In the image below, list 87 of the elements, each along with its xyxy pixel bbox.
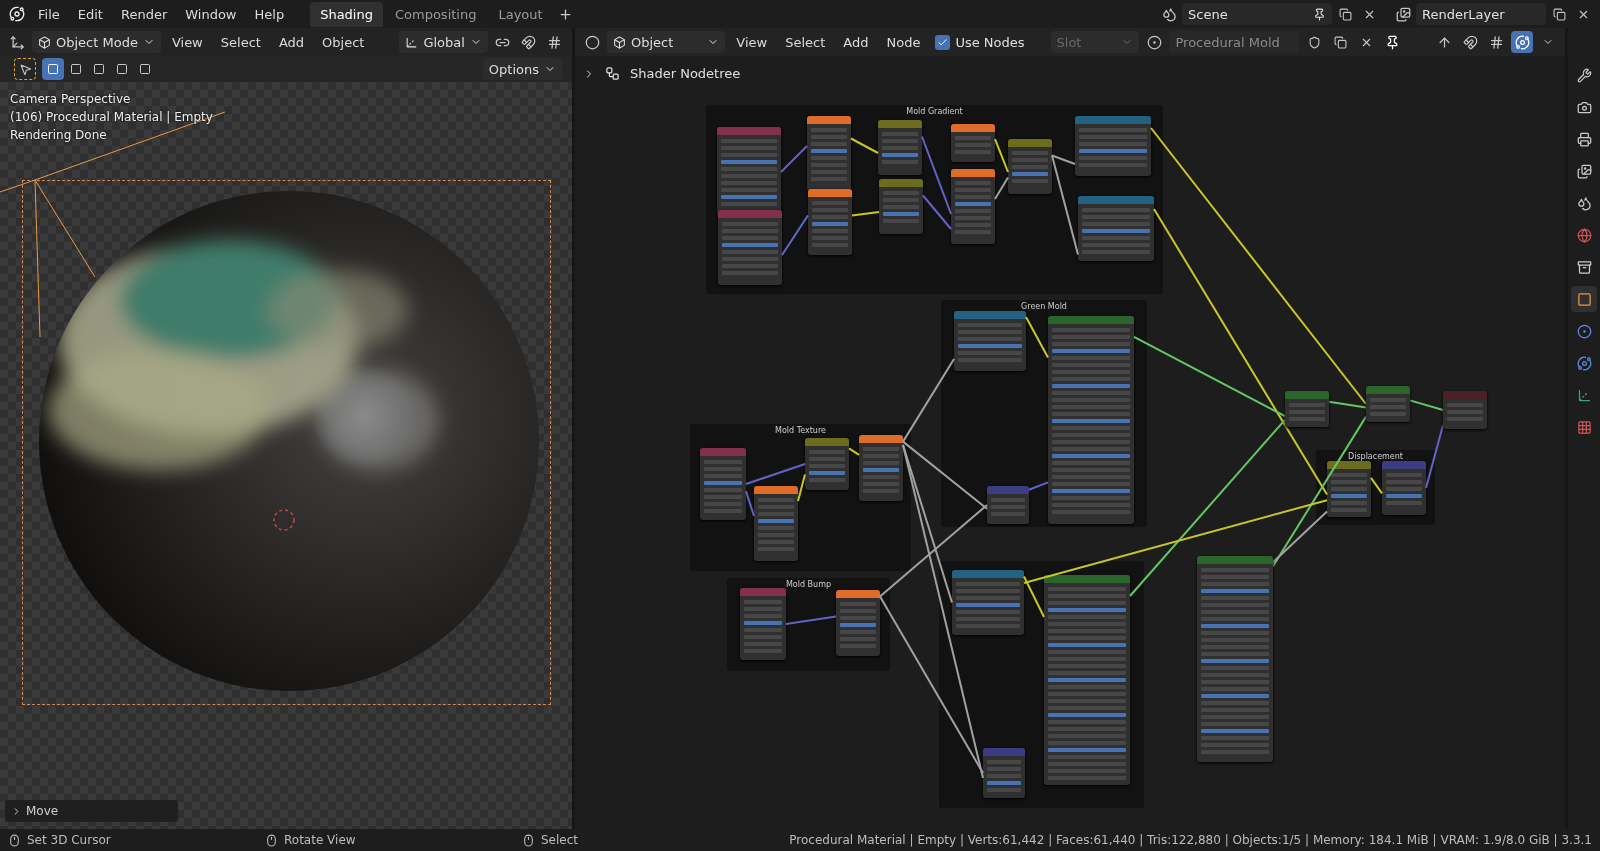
node-frame[interactable]: Green Mold [941, 300, 1147, 527]
shader-node[interactable] [1327, 461, 1371, 517]
frame-title: Displacement [1348, 452, 1403, 462]
square-icon[interactable] [1571, 286, 1597, 312]
use-nodes-checkbox[interactable]: Use Nodes [931, 34, 1029, 50]
shader-node[interactable] [987, 486, 1029, 524]
options-dropdown[interactable]: Options [482, 58, 562, 80]
shader-node[interactable] [1048, 316, 1134, 524]
mode-dropdown[interactable]: Object Mode [32, 31, 161, 53]
node-frame[interactable] [939, 561, 1144, 808]
menu-item[interactable]: Render [112, 2, 176, 26]
shader-node[interactable] [859, 435, 903, 501]
menu-item[interactable]: Add [836, 31, 876, 53]
workspace-tab[interactable]: Shading [310, 1, 383, 27]
mouse-icon [8, 833, 21, 847]
menu-item[interactable]: Select [213, 31, 268, 53]
frame-title: Mold Gradient [906, 107, 963, 117]
shader-node[interactable] [879, 179, 923, 234]
node-frame[interactable]: Displacement [1316, 450, 1435, 525]
cube-icon [38, 35, 51, 49]
menu-item[interactable]: Help [246, 2, 293, 26]
check-icon [937, 36, 949, 48]
shader-node[interactable] [1382, 461, 1426, 515]
menu-item[interactable]: Select [778, 31, 833, 53]
menu-item[interactable]: View [164, 31, 210, 53]
node-frame[interactable]: Mold Gradient [706, 105, 1163, 294]
menu-item[interactable]: Add [271, 31, 312, 53]
frame-title: Green Mold [1021, 302, 1067, 312]
shader-node[interactable] [1044, 575, 1130, 785]
status-hint: Select [541, 833, 579, 847]
workspace-tab[interactable]: Layout [488, 1, 553, 27]
node-tree-icon [605, 66, 620, 81]
status-hint: Rotate View [284, 833, 356, 847]
workspace-tab[interactable]: Compositing [384, 1, 487, 27]
shader-node[interactable] [951, 124, 995, 162]
shader-node[interactable] [740, 588, 786, 660]
shader-node[interactable] [717, 127, 781, 217]
shader-node[interactable] [1078, 196, 1154, 261]
scene-stats: Procedural Material | Empty | Verts:61,442 | Faces:61,440 | Tris:122,880 | Objects:1/5 | Memory: 184.1 MiB | VRAM: 1.9/8.0 GiB | 3.3.1 [789, 833, 1592, 847]
pin-icon[interactable] [1313, 7, 1326, 21]
shader-node[interactable] [805, 438, 849, 490]
shader-node[interactable] [1366, 386, 1410, 422]
view-layer-field[interactable]: RenderLayer [1416, 3, 1546, 25]
select-tool-icon[interactable] [14, 58, 36, 80]
axes-icon [405, 35, 419, 49]
status-hint: Set 3D Cursor [27, 833, 111, 847]
node-frame[interactable]: Mold Bump [727, 578, 890, 671]
menu-item[interactable]: Edit [69, 2, 111, 26]
menu-item[interactable]: File [30, 2, 68, 26]
shader-node[interactable] [700, 448, 746, 520]
shader-node[interactable] [754, 486, 798, 561]
shader-node[interactable] [808, 189, 852, 255]
cube-icon [613, 35, 626, 49]
shader-node[interactable] [1285, 391, 1329, 427]
shader-node[interactable] [836, 590, 880, 656]
last-operator-panel[interactable]: Move [5, 800, 178, 822]
frame-title: Mold Bump [785, 580, 832, 590]
orientation-dropdown[interactable]: Global [399, 31, 488, 53]
overlay-icon[interactable] [1511, 31, 1533, 53]
shader-node[interactable] [1008, 139, 1052, 194]
shader-node[interactable] [807, 116, 851, 191]
shader-node[interactable] [952, 570, 1024, 635]
menu-item[interactable]: Object [315, 31, 372, 53]
shader-node[interactable] [951, 169, 995, 244]
frame-title: Mold Texture [775, 426, 826, 436]
viewport-info-text: (106) Procedural Material | Empty [10, 110, 213, 124]
shader-node[interactable] [718, 210, 782, 285]
shader-node[interactable] [954, 311, 1026, 371]
menu-item[interactable]: View [729, 31, 775, 53]
select-mode-icon[interactable] [42, 58, 64, 80]
shader-node[interactable] [1197, 556, 1273, 762]
node-frame[interactable]: Mold Texture [690, 424, 911, 571]
viewport-info-text: Rendering Done [10, 128, 108, 142]
viewport-info-text: Camera Perspective [10, 92, 132, 106]
shader-node[interactable] [983, 748, 1025, 798]
menu-item[interactable]: Node [879, 31, 928, 53]
breadcrumb[interactable]: Shader Nodetree [630, 66, 741, 81]
shader-node[interactable] [878, 120, 922, 175]
checkbox-label: Use Nodes [955, 34, 1025, 50]
shader-node[interactable] [1075, 116, 1151, 176]
mouse-icon [522, 833, 535, 847]
shader-type-dropdown[interactable]: Object [607, 31, 726, 53]
material-field[interactable]: Procedural Mold [1169, 31, 1300, 53]
scene-field[interactable]: Scene [1182, 3, 1332, 25]
menu-item[interactable]: Window [177, 2, 245, 26]
mouse-icon [265, 833, 278, 847]
shader-node[interactable] [1443, 391, 1487, 429]
